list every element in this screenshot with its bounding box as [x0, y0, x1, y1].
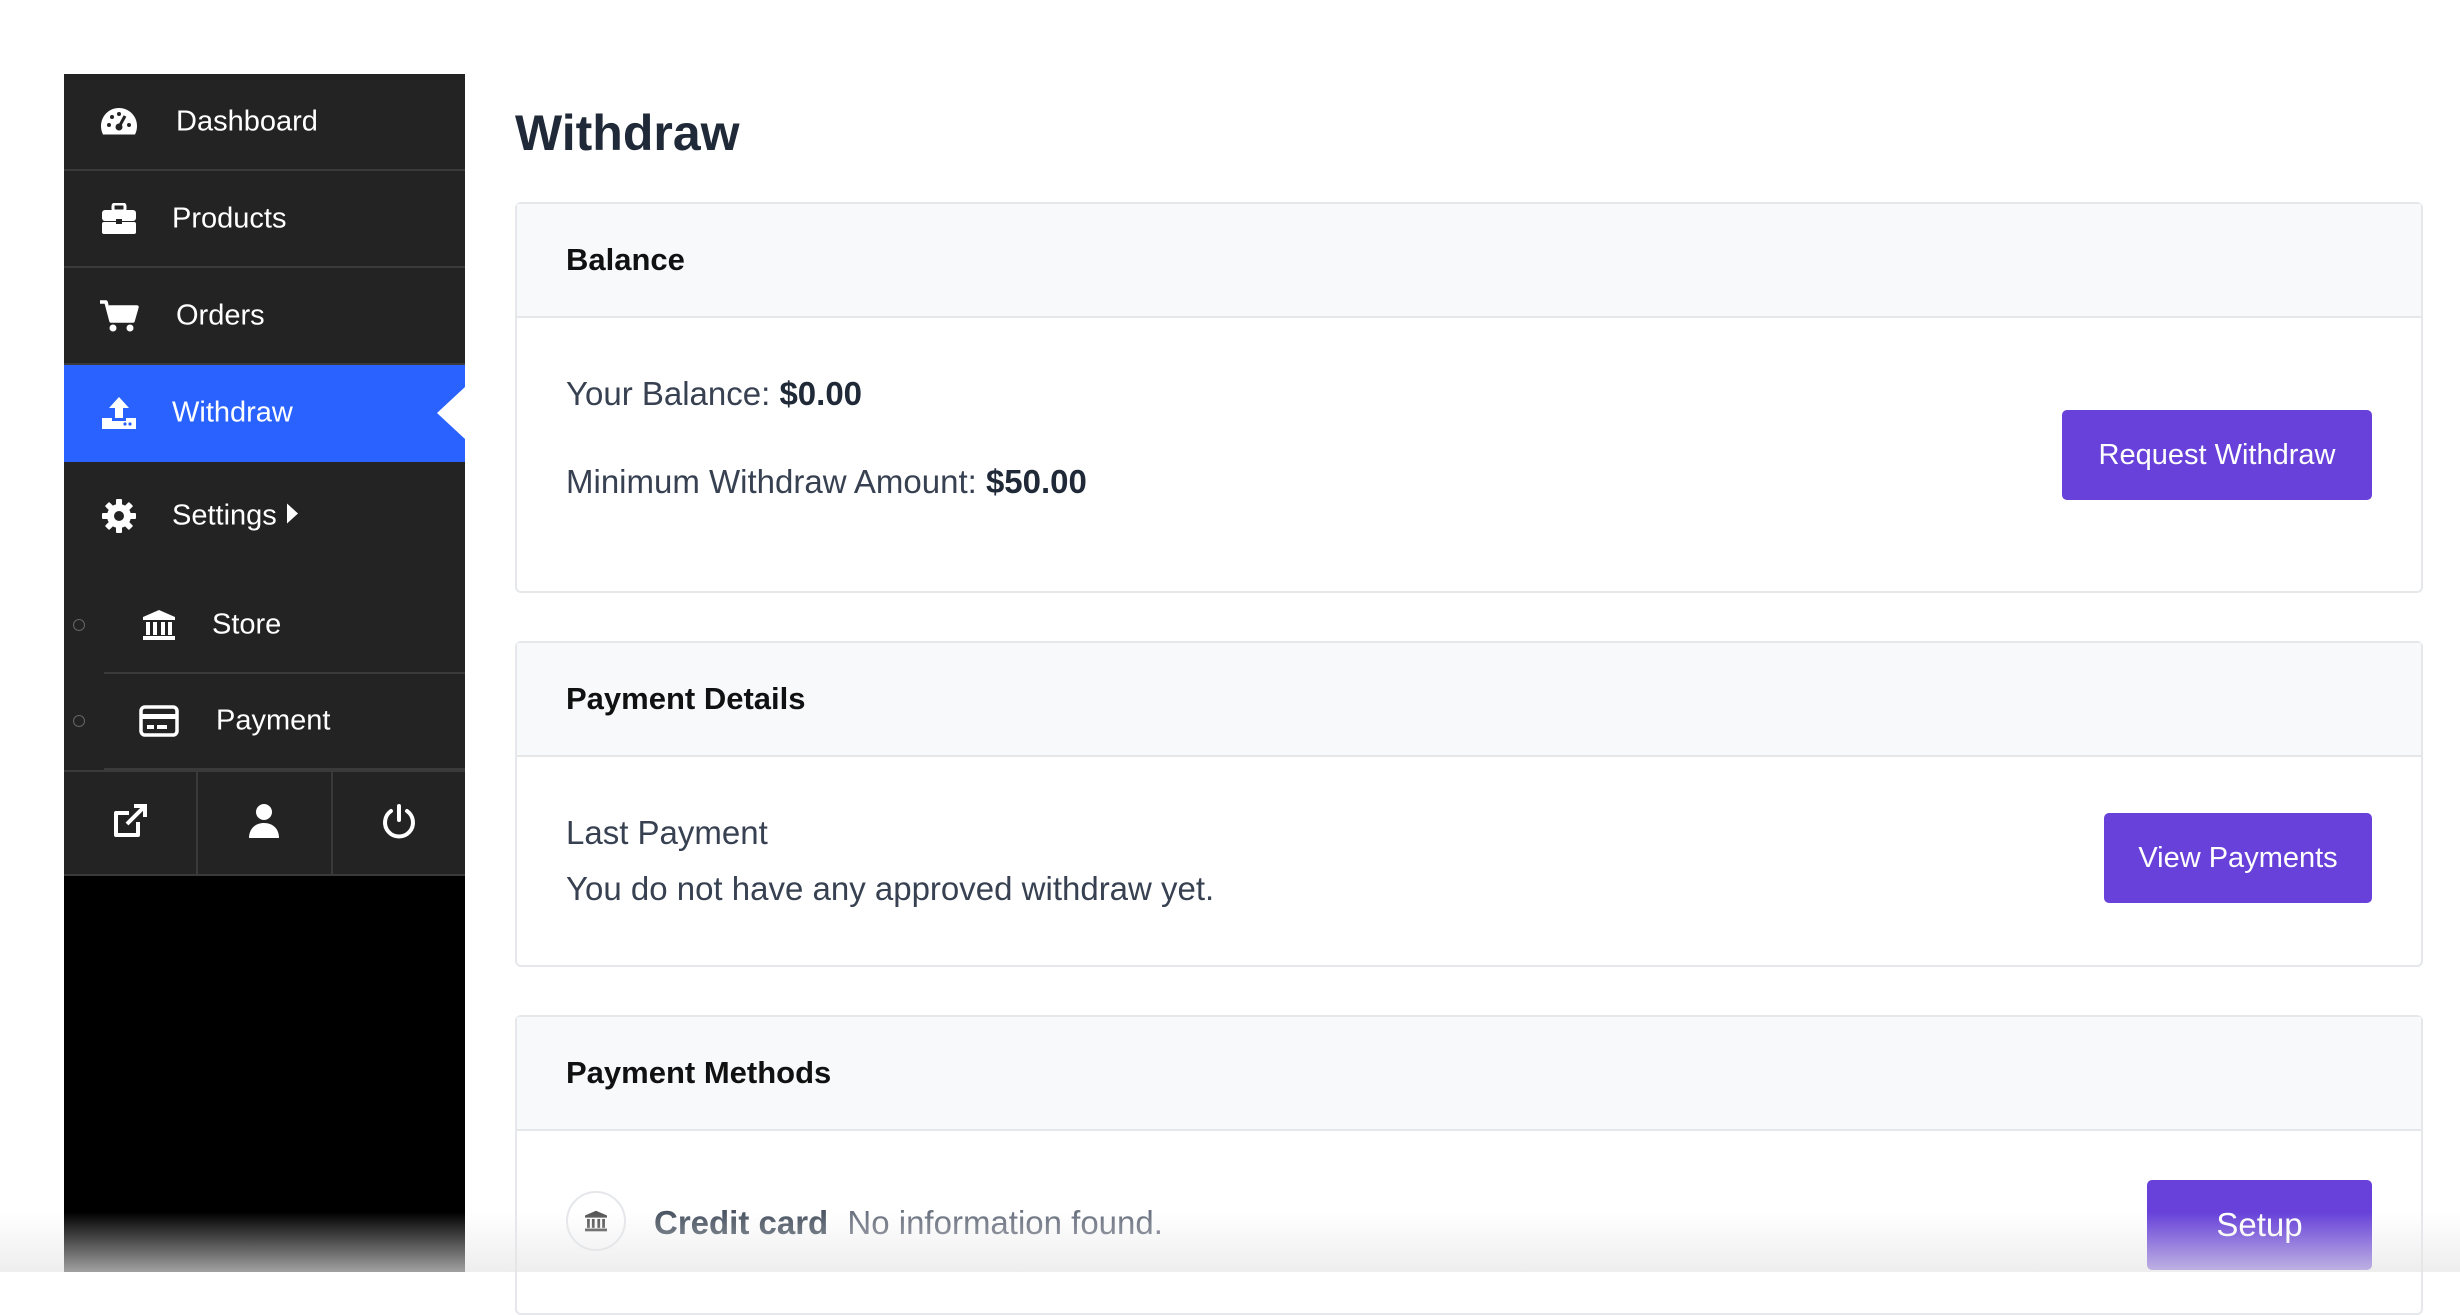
- payment-methods-card-body: Credit card No information found. Setup: [517, 1131, 2421, 1313]
- upload-icon: [98, 392, 140, 434]
- balance-card-header: Balance: [517, 204, 2421, 318]
- bank-icon: [566, 1191, 626, 1251]
- visit-store-button[interactable]: [64, 772, 199, 874]
- minimum-withdraw-value: $50.00: [985, 463, 1087, 500]
- sidebar-item-label: Dashboard: [176, 105, 318, 137]
- dashboard-gauge-icon: [98, 101, 140, 143]
- sidebar-subitem-label: Payment: [216, 704, 331, 737]
- bullet-icon: [73, 619, 85, 631]
- bank-icon: [138, 604, 180, 646]
- page-title: Withdraw: [515, 105, 740, 161]
- bullet-icon: [73, 715, 85, 727]
- sidebar-item-products[interactable]: Products: [64, 171, 465, 268]
- profile-button[interactable]: [198, 772, 333, 874]
- payment-details-card: Payment Details Last Payment You do not …: [515, 641, 2423, 967]
- sidebar-item-label: Products: [172, 202, 287, 234]
- minimum-withdraw-label: Minimum Withdraw Amount:: [566, 463, 977, 500]
- external-link-icon: [112, 803, 148, 844]
- settings-submenu: Store Payment: [64, 570, 465, 770]
- your-balance-line: Your Balance: $0.00: [566, 375, 862, 413]
- briefcase-icon: [98, 198, 140, 240]
- caret-right-icon: [286, 503, 298, 524]
- payment-details-card-header: Payment Details: [517, 643, 2421, 757]
- sidebar-subitem-store[interactable]: Store: [73, 578, 465, 674]
- sidebar: Dashboard Products Orders Withdraw Setti…: [64, 74, 465, 1272]
- payment-methods-card-header: Payment Methods: [517, 1017, 2421, 1131]
- view-payments-button[interactable]: View Payments: [2104, 813, 2372, 903]
- sidebar-footer: [64, 770, 465, 876]
- last-payment-label: Last Payment: [566, 814, 768, 851]
- balance-label: Your Balance:: [566, 375, 771, 412]
- balance-value: $0.00: [779, 375, 863, 412]
- payment-method-status: No information found.: [847, 1204, 1163, 1241]
- minimum-withdraw-line: Minimum Withdraw Amount: $50.00: [566, 463, 1087, 501]
- payment-details-card-body: Last Payment You do not have any approve…: [517, 757, 2421, 965]
- power-icon: [381, 803, 417, 844]
- last-payment-text: You do not have any approved withdraw ye…: [566, 870, 1215, 907]
- sidebar-subitem-label: Store: [212, 608, 282, 641]
- sidebar-item-label: Orders: [176, 299, 265, 331]
- sidebar-subitem-payment[interactable]: Payment: [73, 674, 465, 770]
- sidebar-item-withdraw[interactable]: Withdraw: [64, 365, 465, 462]
- balance-card: Balance Your Balance: $0.00 Minimum With…: [515, 202, 2423, 593]
- setup-payment-method-button[interactable]: Setup: [2147, 1180, 2372, 1270]
- credit-card-icon: [138, 700, 180, 742]
- sidebar-item-dashboard[interactable]: Dashboard: [64, 74, 465, 171]
- sidebar-item-orders[interactable]: Orders: [64, 268, 465, 365]
- sidebar-item-label: Withdraw: [172, 396, 293, 428]
- payment-method-name: Credit card: [654, 1204, 829, 1241]
- user-icon: [248, 803, 280, 844]
- sidebar-item-settings[interactable]: Settings: [64, 462, 465, 570]
- request-withdraw-button[interactable]: Request Withdraw: [2062, 410, 2372, 500]
- balance-card-body: Your Balance: $0.00 Minimum Withdraw Amo…: [517, 318, 2421, 591]
- logout-button[interactable]: [333, 772, 465, 874]
- payment-methods-card: Payment Methods Credit card No informati…: [515, 1015, 2423, 1315]
- shopping-cart-icon: [98, 295, 140, 337]
- gear-icon: [98, 495, 140, 537]
- payment-method-row: Credit card No information found.: [654, 1204, 1163, 1242]
- sidebar-item-label: Settings: [172, 500, 298, 533]
